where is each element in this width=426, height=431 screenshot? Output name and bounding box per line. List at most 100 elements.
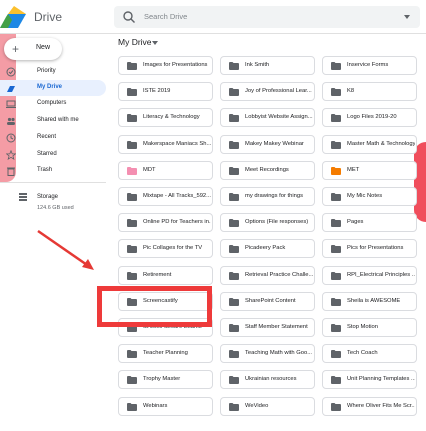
folder-icon <box>331 140 341 149</box>
folder-item[interactable]: Online PD for Teachers in... <box>118 213 213 233</box>
folder-item[interactable]: Literacy & Technology <box>118 108 213 128</box>
folder-icon <box>229 62 239 70</box>
folder-item[interactable]: Joy of Professional Lear... <box>220 82 315 102</box>
page-title[interactable]: My Drive <box>118 37 152 47</box>
sidebar-item-shared-with-me[interactable]: Shared with me <box>0 113 106 129</box>
folder-name: MET <box>347 166 360 173</box>
folder-name: My Mic Notes <box>347 193 383 199</box>
folder-item[interactable]: Teaching Math with Goo... <box>220 344 315 364</box>
folder-item[interactable]: Lobbyist Website Assign... <box>220 108 315 128</box>
folder-item[interactable]: Pages <box>322 213 417 233</box>
folder-name: Teaching Math with Goo... <box>245 350 313 357</box>
sidebar-item-my-drive[interactable]: My Drive <box>0 80 106 96</box>
folder-icon <box>229 245 239 254</box>
search-input[interactable]: Search Drive <box>144 12 187 21</box>
folder-item[interactable]: ISTE 2019 <box>118 82 213 102</box>
folder-item[interactable]: Inservice Forms <box>322 56 417 75</box>
folder-item[interactable]: Staff Member Statement <box>220 318 315 337</box>
folder-item[interactable]: Images for Presentations <box>118 56 213 75</box>
folder-item[interactable]: Where Oliver Fits Me Scr... <box>322 396 417 416</box>
folder-item[interactable]: Retirement <box>118 265 213 285</box>
folder-item[interactable]: Sheila is AWESOME <box>322 291 417 311</box>
folder-item[interactable]: Ink Smith <box>220 56 315 75</box>
sidebar-item-priority[interactable]: Priority <box>0 64 106 80</box>
folder-item[interactable]: RPI_Electrical Principles ... <box>322 265 417 285</box>
search-bar[interactable]: Search Drive <box>114 6 420 28</box>
folder-icon <box>331 114 341 123</box>
folder-icon <box>229 88 239 97</box>
folder-item[interactable]: K8 <box>322 82 417 102</box>
folder-icon <box>229 271 239 280</box>
folder-icon <box>229 193 239 201</box>
folder-item[interactable]: Ukrainian resources <box>220 370 315 390</box>
folder-name: Retirement <box>143 271 172 278</box>
new-button[interactable]: + New <box>4 38 62 60</box>
sidebar-item-label: Starred <box>37 151 57 157</box>
search-icon[interactable] <box>122 10 136 24</box>
sidebar-item-recent[interactable]: Recent <box>0 130 106 146</box>
folder-icon <box>127 62 137 70</box>
folder-icon <box>127 350 137 359</box>
folder-name: RPI_Electrical Principles ... <box>347 271 415 278</box>
folder-icon <box>229 166 239 175</box>
app-title[interactable]: Drive <box>34 10 62 24</box>
folder-icon <box>229 350 239 359</box>
people-icon <box>7 117 15 125</box>
search-options-chevron-icon[interactable] <box>404 15 410 19</box>
folder-name: Meet Recordings <box>245 166 289 173</box>
folder-item[interactable]: Retrieval Practice Challe... <box>220 265 315 285</box>
annotation-arrow <box>37 229 94 270</box>
folder-item[interactable]: Pics for Presentations <box>322 239 417 259</box>
folder-name: Makerspace Maniacs Sh... <box>143 140 211 147</box>
folder-item[interactable]: Webinars <box>118 396 213 416</box>
folder-item[interactable]: my drawings for things <box>220 187 315 206</box>
sidebar-item-label: Trash <box>37 167 53 173</box>
sidebar-item-computers[interactable]: Computers <box>0 96 106 112</box>
storage-label[interactable]: Storage <box>37 194 58 200</box>
folder-icon <box>331 402 341 411</box>
folder-icon <box>331 376 341 385</box>
folder-name: Makey Makey Webinar <box>245 140 304 147</box>
folder-item[interactable]: Makey Makey Webinar <box>220 134 315 154</box>
sidebar-item-starred[interactable]: Starred <box>0 147 106 163</box>
folder-item[interactable]: Teacher Planning <box>118 344 213 364</box>
sidebar-item-trash[interactable]: Trash <box>0 163 106 179</box>
folder-name: Ukrainian resources <box>245 376 297 383</box>
sidebar-item-label: Shared with me <box>37 117 79 123</box>
folder-item[interactable]: Stop Motion <box>322 318 417 337</box>
folder-item[interactable]: MET <box>322 160 417 180</box>
folder-item[interactable]: WeVideo <box>220 396 315 416</box>
folder-name: Pages <box>347 219 364 226</box>
folder-icon <box>331 219 341 228</box>
folder-item[interactable]: Trophy Master <box>118 370 213 390</box>
folder-item[interactable]: SharePoint Content <box>220 291 315 311</box>
folder-name: Online PD for Teachers in... <box>143 219 211 226</box>
folder-name: Staff Member Statement <box>245 324 308 330</box>
folder-item[interactable]: Picadeery Pack <box>220 239 315 259</box>
folder-item[interactable]: Mixtape - All Tracks_592... <box>118 187 213 206</box>
folder-icon <box>331 62 341 70</box>
folder-name: Picadeery Pack <box>245 245 286 252</box>
folder-item[interactable]: My Mic Notes <box>322 187 417 206</box>
chevron-down-icon[interactable] <box>152 41 158 45</box>
decorative-shape <box>414 142 426 222</box>
folder-icon <box>229 376 239 385</box>
folder-name: Options (File responses) <box>245 219 309 226</box>
folder-name: Where Oliver Fits Me Scr... <box>347 402 415 409</box>
folder-icon <box>331 297 341 306</box>
folder-item[interactable]: MDT <box>118 160 213 180</box>
folder-item[interactable]: Master Math & Technology <box>322 134 417 154</box>
folder-item[interactable]: Options (File responses) <box>220 213 315 233</box>
folder-name: Logo Files 2019-20 <box>347 114 397 121</box>
folder-item[interactable]: Meet Recordings <box>220 160 315 180</box>
folder-item[interactable]: Logo Files 2019-20 <box>322 108 417 128</box>
folder-item[interactable]: Makerspace Maniacs Sh... <box>118 134 213 154</box>
folder-item[interactable]: Tech Coach <box>322 344 417 364</box>
drive-logo-icon[interactable] <box>0 6 26 28</box>
sidebar-item-label: Priority <box>37 68 56 74</box>
sidebar-item-label: Recent <box>37 134 57 140</box>
folder-item[interactable]: Unit Planning Templates ... <box>322 370 417 390</box>
folder-icon <box>229 114 239 123</box>
folder-item[interactable]: Pic Collages for the TV <box>118 239 213 259</box>
folder-icon <box>127 166 137 175</box>
